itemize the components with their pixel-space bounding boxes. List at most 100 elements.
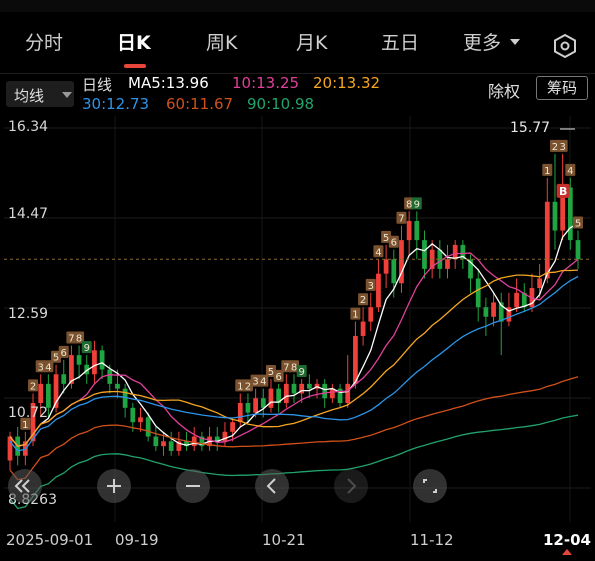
candle-body bbox=[38, 383, 44, 404]
count-marker-label: 4 bbox=[375, 247, 381, 258]
scroll-left-button[interactable] bbox=[255, 469, 289, 503]
chart-bg bbox=[0, 112, 595, 532]
tab-more[interactable]: 更多 bbox=[463, 28, 501, 55]
period-tabs: 分时 日K 周K 月K 五日 更多 bbox=[0, 28, 595, 64]
status-bar bbox=[0, 0, 595, 12]
count-marker-label: 3 bbox=[559, 142, 565, 153]
count-marker-label: 1 bbox=[544, 166, 550, 177]
candle-body bbox=[191, 436, 197, 447]
settings-hexagon-icon[interactable] bbox=[552, 33, 578, 59]
zoom-out-button[interactable] bbox=[176, 469, 210, 503]
candle-body bbox=[552, 201, 558, 231]
count-marker-label: 1 bbox=[352, 310, 358, 321]
fullscreen-button[interactable] bbox=[413, 469, 447, 503]
candle-body bbox=[245, 403, 251, 413]
right-arrow-icon bbox=[347, 478, 357, 494]
candle-body bbox=[61, 374, 67, 384]
period-label: 日线 bbox=[82, 76, 113, 94]
zoom-in-button[interactable] bbox=[97, 469, 131, 503]
chevron-down-icon bbox=[510, 39, 520, 45]
candle-body bbox=[291, 383, 297, 394]
candle-body bbox=[253, 398, 259, 413]
candle-body bbox=[283, 383, 289, 404]
high-price-label: 15.77 bbox=[510, 120, 551, 136]
candlestick-chart[interactable]: 123 45 67 891 2 3 45 67 8 912345 678 912 345B bbox=[0, 112, 595, 532]
candle-body bbox=[138, 417, 143, 423]
y-tick-label: 12.59 bbox=[8, 306, 49, 322]
count-marker-label: 1 bbox=[22, 420, 28, 431]
count-marker-label: 6 bbox=[61, 348, 67, 359]
x-tick-label: 09-19 bbox=[115, 531, 159, 549]
candle-body bbox=[306, 383, 312, 389]
count-marker-label: 6 bbox=[275, 372, 281, 383]
y-tick-label: 10.72 bbox=[8, 405, 49, 421]
tab-monthly-k[interactable]: 月K bbox=[296, 28, 327, 55]
candle-body bbox=[153, 436, 159, 447]
y-tick-label: 16.34 bbox=[8, 119, 49, 135]
tab-daily-k[interactable]: 日K bbox=[117, 28, 151, 55]
candle-body bbox=[406, 220, 412, 241]
minus-icon bbox=[186, 485, 200, 487]
candle-body bbox=[575, 240, 581, 260]
count-marker-label: 7 bbox=[398, 214, 404, 225]
left-arrow-icon bbox=[266, 478, 276, 494]
candle-body bbox=[514, 292, 519, 308]
candle-body bbox=[491, 302, 496, 317]
candle-body bbox=[99, 350, 105, 370]
count-marker-label: 4 bbox=[567, 166, 573, 177]
tab-intraday[interactable]: 分时 bbox=[25, 28, 63, 55]
candle-body bbox=[115, 383, 120, 389]
candle-body bbox=[92, 350, 97, 375]
ma-select-label: 均线 bbox=[14, 87, 45, 105]
candle-body bbox=[383, 259, 389, 274]
candle-body bbox=[161, 441, 166, 447]
count-marker-label: 5 bbox=[53, 353, 59, 364]
caret-down-icon bbox=[62, 92, 72, 98]
count-marker-label: 5 bbox=[575, 219, 581, 230]
candle-body bbox=[230, 422, 235, 432]
count-marker-label: 9 bbox=[84, 343, 90, 354]
ma20-value: 20:13.32 bbox=[313, 74, 381, 92]
count-marker-label: 2 bbox=[30, 381, 36, 392]
x-tick-label-current: 12-04 bbox=[543, 531, 591, 549]
ma30-value: 30:12.73 bbox=[82, 95, 150, 113]
count-marker-label: 2 bbox=[552, 142, 558, 153]
buy-signal-label: B bbox=[559, 185, 567, 198]
candle-body bbox=[414, 220, 420, 241]
collapse-icon bbox=[14, 479, 30, 493]
adjust-rights-button[interactable]: 除权 bbox=[488, 78, 520, 102]
count-marker-label: 5 bbox=[268, 367, 274, 378]
fullscreen-icon bbox=[423, 479, 437, 493]
x-tick-label: 11-12 bbox=[410, 531, 454, 549]
chip-distribution-button[interactable]: 筹码 bbox=[536, 76, 588, 100]
ma10-value: 10:13.25 bbox=[232, 74, 300, 92]
candle-body bbox=[368, 307, 374, 322]
collapse-button[interactable] bbox=[8, 469, 42, 503]
candle-body bbox=[322, 383, 328, 399]
count-marker-label: 9 bbox=[298, 367, 304, 378]
candle-body bbox=[222, 431, 228, 442]
candle-body bbox=[376, 273, 381, 308]
count-marker-label: 8 bbox=[76, 334, 82, 345]
count-marker-label: 7 bbox=[68, 334, 74, 345]
count-marker-label: 6 bbox=[391, 238, 397, 249]
count-marker-label: 7 bbox=[283, 362, 289, 373]
ma90-value: 90:10.98 bbox=[247, 95, 315, 113]
candle-body bbox=[475, 278, 481, 308]
candle-body bbox=[107, 369, 113, 384]
count-marker-label: 4 bbox=[45, 362, 51, 373]
x-tick-label: 10-21 bbox=[262, 531, 306, 549]
ma-indicator-select[interactable]: 均线 bbox=[6, 81, 74, 107]
candle-body bbox=[445, 259, 450, 269]
candle-body bbox=[353, 335, 358, 384]
tab-weekly-k[interactable]: 周K bbox=[206, 28, 237, 55]
candle-body bbox=[391, 259, 397, 284]
candle-body bbox=[422, 240, 427, 269]
tab-five-day[interactable]: 五日 bbox=[381, 28, 419, 55]
candle-body bbox=[76, 355, 82, 365]
candle-body bbox=[360, 321, 366, 336]
scroll-right-button[interactable] bbox=[334, 469, 368, 503]
candle-body bbox=[145, 417, 151, 437]
candle-body bbox=[237, 403, 243, 423]
ma5-value: MA5:13.96 bbox=[128, 74, 209, 92]
